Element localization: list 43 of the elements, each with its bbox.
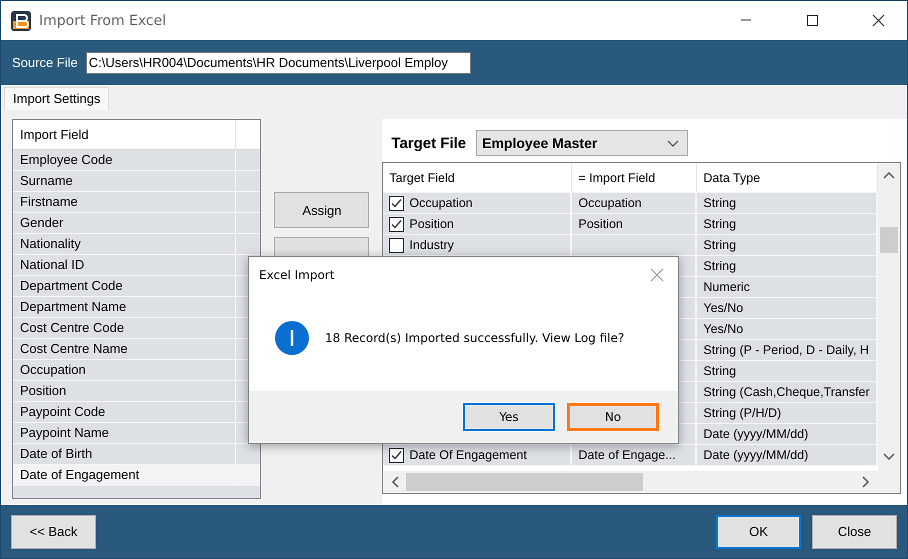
column-header[interactable]: = Import Field bbox=[572, 163, 698, 193]
field-label: Source File bbox=[12, 55, 78, 70]
target-file-dropdown[interactable]: Employee Master bbox=[476, 130, 688, 156]
table-cell: String bbox=[697, 256, 878, 277]
table-cell: Yes/No bbox=[697, 319, 878, 340]
table-cell: Occupation bbox=[383, 193, 572, 214]
table-cell: Date (yyyy/MM/dd) bbox=[697, 445, 878, 466]
table-cell: Industry bbox=[383, 235, 572, 256]
field-label: Target File bbox=[391, 134, 466, 152]
list-item[interactable]: Firstname bbox=[13, 192, 260, 213]
table-cell: String bbox=[697, 361, 878, 382]
table-cell: String bbox=[697, 235, 878, 256]
table-cell: String bbox=[697, 193, 878, 214]
back-button[interactable]: << Back bbox=[11, 514, 96, 548]
column-header[interactable]: Data Type bbox=[697, 163, 878, 193]
table-cell: Date of Engage... bbox=[572, 445, 698, 466]
table-cell: String bbox=[697, 214, 878, 235]
table-cell: Numeric bbox=[697, 277, 878, 298]
tab[interactable]: Import Settings bbox=[4, 87, 110, 110]
column-header[interactable]: Target Field bbox=[383, 163, 572, 193]
table-cell: Occupation bbox=[572, 193, 698, 214]
table-cell: Position bbox=[572, 214, 698, 235]
table-cell: Date Of Engagement bbox=[383, 445, 572, 466]
table-cell: String (Cash,Cheque,Transfer bbox=[697, 382, 878, 403]
list-item[interactable]: Date of Engagement bbox=[13, 465, 260, 486]
window-title: Import From Excel bbox=[39, 12, 168, 28]
table-cell: Yes/No bbox=[697, 298, 878, 319]
table-cell: Position bbox=[383, 214, 572, 235]
assign-button[interactable]: Assign bbox=[274, 192, 370, 228]
dialog-message: 18 Record(s) Imported successfully. View Log file? bbox=[325, 331, 624, 345]
dialog-button[interactable]: No bbox=[567, 403, 659, 431]
ok-button[interactable]: OK bbox=[716, 514, 801, 548]
source-file-field[interactable]: C:\Users\HR004\Documents\HR Documents\Liverpool Employ bbox=[86, 52, 471, 74]
list-item[interactable]: Surname bbox=[13, 171, 260, 192]
close-button[interactable]: Close bbox=[812, 514, 897, 548]
list-item[interactable]: Employee Code bbox=[13, 150, 260, 171]
table-cell: Date (yyyy/MM/dd) bbox=[697, 424, 878, 445]
table-cell: String (P/H/D) bbox=[697, 403, 878, 424]
dialog-button[interactable]: Yes bbox=[463, 403, 555, 431]
list-item[interactable]: Nationality bbox=[13, 234, 260, 255]
dialog-title: Excel Import bbox=[259, 268, 336, 282]
table-cell: String (P - Period, D - Daily, H bbox=[697, 340, 878, 361]
list-item[interactable]: Gender bbox=[13, 213, 260, 234]
